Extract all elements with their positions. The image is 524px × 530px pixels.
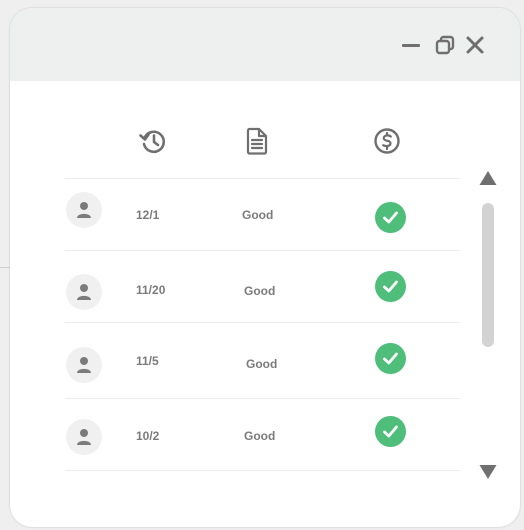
row-date: 12/1 xyxy=(136,208,160,222)
history-icon xyxy=(139,130,166,154)
person-icon xyxy=(77,284,91,300)
check-circle-icon xyxy=(375,202,406,233)
check-circle-icon xyxy=(375,416,406,447)
close-icon[interactable] xyxy=(464,34,486,56)
avatar xyxy=(66,419,102,455)
row-date: 11/5 xyxy=(136,354,159,368)
dollar-icon xyxy=(374,128,400,154)
restore-icon[interactable] xyxy=(434,34,456,56)
avatar xyxy=(66,274,102,310)
triangle-up-icon[interactable] xyxy=(479,170,497,186)
row-status: Good xyxy=(242,208,274,222)
app-window: 12/1 Good 11/20 Good 11/5 Good 10/2 Good xyxy=(10,8,520,527)
person-icon xyxy=(77,429,91,445)
row-status: Good xyxy=(246,357,278,371)
table-row[interactable]: 12/1 Good xyxy=(65,179,460,249)
triangle-down-icon[interactable] xyxy=(479,464,497,480)
table-row[interactable]: 11/5 Good xyxy=(65,323,460,393)
scrollbar-thumb[interactable] xyxy=(482,203,494,347)
person-icon xyxy=(77,202,91,218)
row-status: Good xyxy=(244,284,276,298)
person-icon xyxy=(77,357,91,373)
avatar xyxy=(66,192,102,228)
title-bar xyxy=(10,8,520,81)
check-circle-icon xyxy=(375,343,406,374)
document-icon xyxy=(246,127,268,155)
table-row[interactable]: 10/2 Good xyxy=(65,399,460,469)
row-date: 10/2 xyxy=(136,429,160,443)
check-circle-icon xyxy=(375,271,406,302)
row-date: 11/20 xyxy=(136,283,166,297)
table-row[interactable]: 11/20 Good xyxy=(65,251,460,321)
minimize-icon[interactable] xyxy=(400,34,422,56)
avatar xyxy=(66,347,102,383)
row-divider xyxy=(65,470,460,471)
row-status: Good xyxy=(244,429,276,443)
